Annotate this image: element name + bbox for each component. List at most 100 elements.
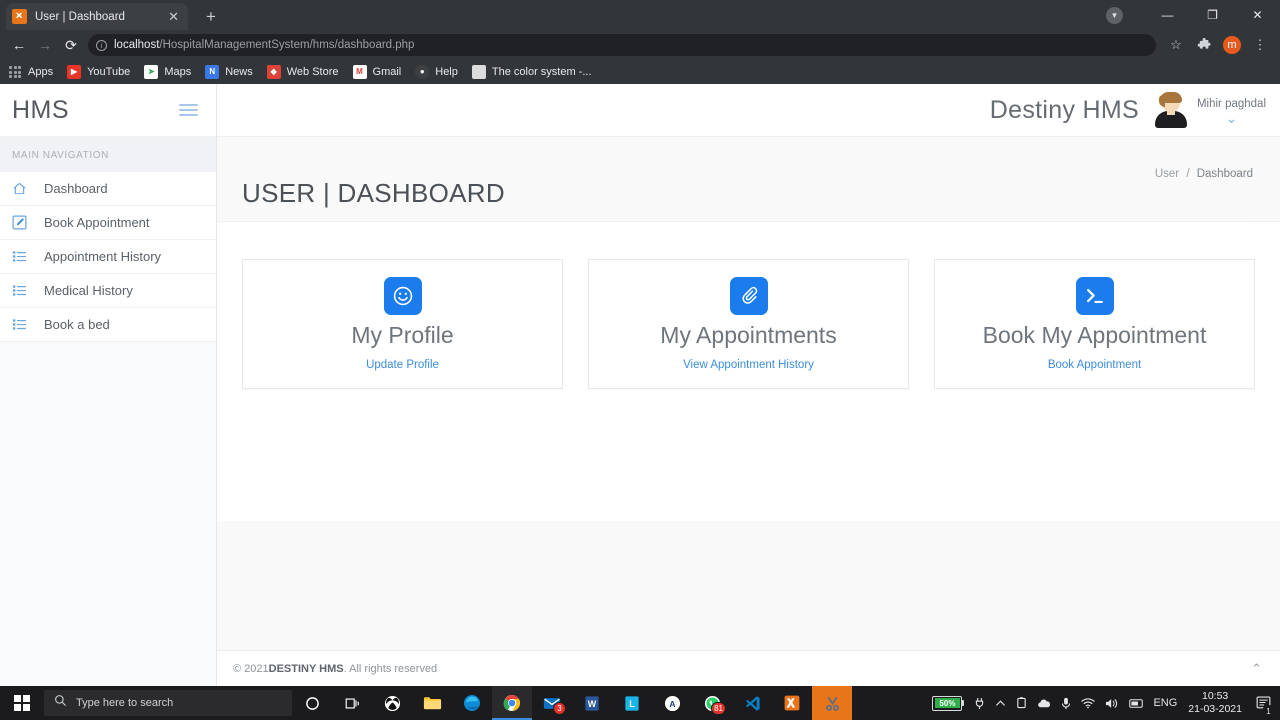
power-plug-icon[interactable] — [969, 686, 990, 720]
bookmark-star-icon[interactable]: ☆ — [1162, 32, 1190, 58]
card-book-my-appointment[interactable]: Book My Appointment Book Appointment — [934, 259, 1255, 389]
device-icon[interactable] — [1011, 686, 1032, 720]
user-name: Mihir paghdal — [1196, 97, 1266, 110]
lightshot-icon[interactable]: L — [612, 686, 652, 720]
sidebar-item-appointment-history[interactable]: Appointment History — [0, 240, 216, 274]
forward-button[interactable]: → — [32, 32, 58, 58]
user-menu[interactable]: Mihir paghdal ⌄ — [1153, 92, 1266, 128]
home-icon — [12, 181, 34, 196]
browser-chrome: User | Dashboard ✕ + ▼ — ❐ ✕ ← → ⟳ i loc… — [0, 0, 1280, 84]
breadcrumb-root[interactable]: User — [1155, 168, 1179, 180]
hamburger-icon[interactable] — [179, 103, 198, 117]
xbox-icon[interactable] — [372, 686, 412, 720]
taskbar-search-input[interactable]: Type here to search — [44, 690, 292, 716]
word-icon[interactable]: W — [572, 686, 612, 720]
xampp-icon[interactable] — [772, 686, 812, 720]
microsoft-edge-icon[interactable] — [452, 686, 492, 720]
whatsapp-icon[interactable]: 81 — [692, 686, 732, 720]
card-link[interactable]: View Appointment History — [683, 359, 814, 371]
tab-close-icon[interactable]: ✕ — [165, 10, 182, 23]
sidebar-item-medical-history[interactable]: Medical History — [0, 274, 216, 308]
browser-tab[interactable]: User | Dashboard ✕ — [6, 3, 188, 30]
terminal-icon — [1075, 277, 1114, 316]
wifi-icon[interactable] — [1076, 686, 1100, 720]
bookmark-color-system[interactable]: The color system -... — [471, 65, 592, 79]
google-chrome-icon[interactable] — [492, 686, 532, 720]
windows-taskbar: Type here to search 3 W L A 81 50% ENG 1… — [0, 686, 1280, 720]
profile-avatar-button[interactable]: m — [1218, 32, 1246, 58]
chevron-up-icon[interactable]: ⌃ — [1251, 661, 1262, 677]
task-view-icon[interactable] — [332, 686, 372, 720]
bookmark-web-store[interactable]: ◆ Web Store — [266, 65, 339, 79]
svg-text:W: W — [588, 698, 597, 708]
snipping-tool-icon[interactable] — [812, 686, 852, 720]
sidebar-item-book-appointment[interactable]: Book Appointment — [0, 206, 216, 240]
brand-title: Destiny HMS — [989, 95, 1139, 124]
onedrive-icon[interactable] — [1032, 686, 1056, 720]
breadcrumb-current: Dashboard — [1196, 168, 1253, 180]
speaker-icon[interactable] — [1100, 686, 1124, 720]
new-tab-button[interactable]: + — [200, 6, 222, 28]
web-store-icon: ◆ — [266, 65, 281, 79]
action-center-icon[interactable]: 1 — [1250, 686, 1276, 720]
show-hidden-icons-chevron[interactable] — [990, 686, 1011, 720]
screen: User | Dashboard ✕ + ▼ — ❐ ✕ ← → ⟳ i loc… — [0, 0, 1280, 720]
user-avatar — [1153, 92, 1189, 128]
extensions-puzzle-icon[interactable] — [1190, 32, 1218, 58]
bookmark-gmail[interactable]: M Gmail — [352, 65, 401, 79]
microphone-icon[interactable] — [1056, 686, 1076, 720]
footer-rights: All rights reserved — [349, 662, 438, 675]
footer-brand: DESTINY HMS — [268, 662, 344, 675]
vscode-icon[interactable] — [732, 686, 772, 720]
bookmarks-bar: Apps ▶ YouTube ➤ Maps N News ◆ Web Store… — [0, 60, 1280, 84]
tab-title: User | Dashboard — [35, 10, 125, 23]
sidebar-item-book-a-bed[interactable]: Book a bed — [0, 308, 216, 342]
bookmark-youtube[interactable]: ▶ YouTube — [67, 65, 130, 79]
reload-button[interactable]: ⟳ — [58, 32, 84, 58]
search-icon — [54, 694, 67, 712]
bookmark-maps[interactable]: ➤ Maps — [144, 65, 191, 79]
keyboard-layout-icon[interactable] — [1124, 686, 1148, 720]
bookmark-news[interactable]: N News — [205, 65, 253, 79]
minimize-button[interactable]: — — [1145, 0, 1190, 30]
gmail-icon: M — [352, 65, 367, 79]
chevron-down-icon[interactable]: ⌄ — [1197, 111, 1266, 125]
chrome-menu-icon[interactable]: ⋮ — [1246, 32, 1274, 58]
taskbar-clock[interactable]: 10:53 21-03-2021 — [1182, 690, 1250, 716]
windows-start-icon[interactable] — [0, 686, 44, 720]
footer-copyright: © 2021DESTINY HMS. All rights reserved — [233, 662, 438, 675]
sidebar-item-label: Dashboard — [44, 181, 108, 196]
battery-percent: 50% — [934, 698, 960, 708]
list-icon — [12, 283, 34, 298]
file-explorer-icon[interactable] — [412, 686, 452, 720]
address-bar-url: localhost/HospitalManagementSystem/hms/d… — [114, 39, 414, 51]
back-button[interactable]: ← — [6, 32, 32, 58]
xampp-favicon-icon — [12, 9, 27, 24]
battery-icon[interactable]: 50% — [932, 695, 965, 711]
maximize-button[interactable]: ❐ — [1190, 0, 1235, 30]
adobe-icon[interactable]: A — [652, 686, 692, 720]
tab-strip: User | Dashboard ✕ + ▼ — ❐ ✕ — [0, 0, 1280, 30]
cortana-icon[interactable] — [292, 686, 332, 720]
card-link[interactable]: Book Appointment — [1048, 359, 1141, 371]
sidebar-item-label: Appointment History — [44, 249, 162, 264]
bookmark-label: YouTube — [87, 66, 131, 78]
bookmark-help[interactable]: ● Help — [415, 65, 458, 79]
card-my-profile[interactable]: My Profile Update Profile — [242, 259, 563, 389]
app-logo[interactable]: HMS — [12, 96, 69, 125]
card-link[interactable]: Update Profile — [366, 359, 439, 371]
address-bar[interactable]: i localhost/HospitalManagementSystem/hms… — [88, 34, 1156, 56]
footer-copyright-prefix: © 2021 — [233, 662, 269, 675]
smiley-face-icon — [383, 277, 422, 316]
bookmark-apps[interactable]: Apps — [8, 65, 53, 79]
sidebar-item-dashboard[interactable]: Dashboard — [0, 172, 216, 206]
close-window-button[interactable]: ✕ — [1235, 0, 1280, 30]
card-my-appointments[interactable]: My Appointments View Appointment History — [588, 259, 909, 389]
bookmark-label: News — [225, 66, 253, 78]
window-profile-chip[interactable]: ▼ — [1106, 6, 1123, 24]
language-indicator[interactable]: ENG — [1148, 686, 1182, 720]
paperclip-icon — [729, 277, 768, 316]
top-header-bar: Destiny HMS Mihir paghdal ⌄ — [217, 84, 1280, 137]
site-info-icon[interactable]: i — [96, 39, 107, 51]
mail-icon[interactable]: 3 — [532, 686, 572, 720]
